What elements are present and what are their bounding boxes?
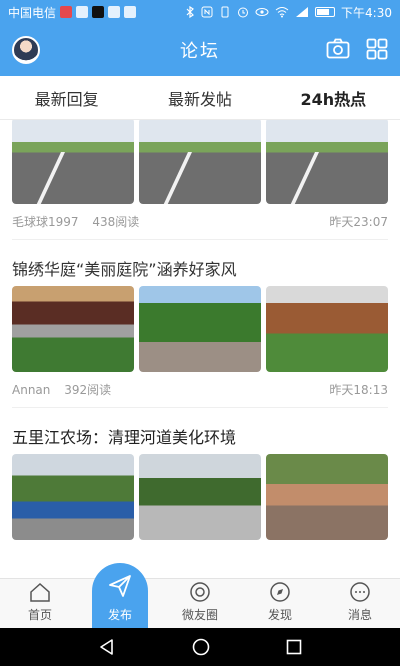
page-title: 论坛 <box>180 41 220 62</box>
back-icon[interactable] <box>98 638 116 656</box>
avatar[interactable] <box>12 36 40 64</box>
bluetooth-icon <box>186 6 194 18</box>
post-photo[interactable] <box>266 286 388 372</box>
tab-24h-hot[interactable]: 24h热点 <box>267 76 400 119</box>
post-photo[interactable] <box>139 454 261 540</box>
eye-icon <box>255 8 269 16</box>
post-item[interactable]: 锦绣华庭“美丽庭院”涵养好家风 Annan 392阅读 昨天18:13 <box>0 240 400 408</box>
post-meta: Annan 392阅读 昨天18:13 <box>12 372 388 408</box>
tiktok-icon <box>92 6 105 18</box>
post-reads: 438阅读 <box>92 215 140 229</box>
post-time: 昨天23:07 <box>329 215 388 229</box>
wifi-icon <box>275 7 289 18</box>
app-icon <box>124 6 137 18</box>
post-photos <box>12 454 388 540</box>
post-item[interactable]: 五里江农场：清理河道美化环境 <box>0 408 400 540</box>
post-feed[interactable]: 毛球球1997 438阅读 昨天23:07 锦绣华庭“美丽庭院”涵养好家风 An… <box>0 120 400 578</box>
post-photo[interactable] <box>266 120 388 204</box>
weibo-icon <box>60 6 73 18</box>
publish-label: 发布 <box>107 608 132 622</box>
post-reads: 392阅读 <box>64 383 112 397</box>
discover-icon <box>270 582 290 602</box>
nav-messages[interactable]: 消息 <box>320 579 400 628</box>
post-photos <box>12 120 388 204</box>
app-header: 论坛 <box>0 24 400 76</box>
post-photo[interactable] <box>12 454 134 540</box>
post-title[interactable]: 锦绣华庭“美丽庭院”涵养好家风 <box>12 240 388 286</box>
moments-icon <box>190 582 210 602</box>
post-photo[interactable] <box>139 120 261 204</box>
status-bar: 中国电信 下午4:30 <box>0 0 400 24</box>
post-photo[interactable] <box>12 286 134 372</box>
carrier-name: 中国电信 <box>8 5 57 20</box>
feed-tabs: 最新回复 最新发帖 24h热点 <box>0 76 400 120</box>
post-author[interactable]: Annan <box>12 383 50 397</box>
nav-discover-label: 发现 <box>267 608 292 622</box>
post-title[interactable]: 五里江农场：清理河道美化环境 <box>12 408 388 454</box>
nav-messages-label: 消息 <box>347 608 372 622</box>
recents-icon[interactable] <box>286 639 302 655</box>
battery-icon <box>315 7 336 17</box>
vibrate-icon <box>221 6 229 18</box>
nfc-icon <box>201 6 213 18</box>
post-author[interactable]: 毛球球1997 <box>12 215 79 229</box>
notification-icons <box>60 6 137 18</box>
status-icons-right: 下午4:30 <box>185 4 392 21</box>
signal-icon <box>296 7 309 17</box>
home-icon <box>30 582 50 602</box>
nav-moments-label: 微友圈 <box>181 608 218 622</box>
system-nav-bar <box>0 628 400 666</box>
nav-moments[interactable]: 微友圈 <box>160 579 240 628</box>
home-circle-icon[interactable] <box>192 638 210 656</box>
camera-icon[interactable] <box>326 38 350 60</box>
tab-latest-posts[interactable]: 最新发帖 <box>133 76 266 119</box>
bottom-nav: 首页 微友圈 发现 消息 <box>0 578 400 628</box>
clock-time: 下午4:30 <box>341 5 392 20</box>
nav-home-label: 首页 <box>27 608 52 622</box>
post-photos <box>12 286 388 372</box>
post-photo[interactable] <box>266 454 388 540</box>
post-time: 昨天18:13 <box>329 383 388 397</box>
paper-plane-icon <box>109 575 131 597</box>
post-meta: 毛球球1997 438阅读 昨天23:07 <box>12 204 388 240</box>
tab-latest-replies[interactable]: 最新回复 <box>0 76 133 119</box>
post-item[interactable]: 毛球球1997 438阅读 昨天23:07 <box>0 120 400 240</box>
nav-home[interactable]: 首页 <box>0 579 80 628</box>
alarm-icon <box>238 7 249 18</box>
nav-discover[interactable]: 发现 <box>240 579 320 628</box>
grid-menu-icon[interactable] <box>366 38 388 60</box>
post-photo[interactable] <box>139 286 261 372</box>
message-bubble-icon <box>350 582 370 602</box>
message-icon <box>108 6 121 18</box>
post-photo[interactable] <box>12 120 134 204</box>
translate-icon <box>76 6 89 18</box>
publish-button[interactable]: 发布 <box>92 563 148 629</box>
